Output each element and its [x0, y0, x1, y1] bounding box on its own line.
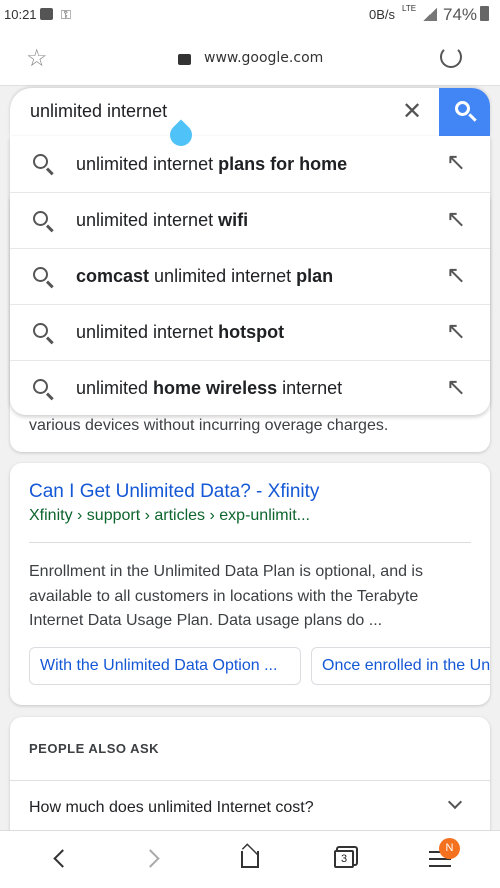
suggestion-part: unlimited internet	[76, 210, 219, 230]
search-input[interactable]: unlimited internet	[30, 101, 167, 122]
search-icon	[33, 154, 48, 169]
suggestion-part: unlimited internet	[149, 266, 297, 286]
suggestion-item[interactable]: unlimited internet wifi ↖	[10, 192, 490, 248]
suggestion-part: unlimited	[76, 378, 154, 398]
notification-badge: N	[439, 838, 460, 859]
address-bar: ☆ www.google.com	[0, 30, 500, 86]
suggestion-part: plan	[296, 266, 334, 286]
forward-icon[interactable]	[141, 849, 160, 868]
suggestion-item[interactable]: comcast unlimited internet plan ↖	[10, 248, 490, 304]
search-icon	[33, 379, 48, 394]
fill-query-arrow-icon[interactable]: ↖	[446, 373, 466, 402]
reload-icon[interactable]	[440, 46, 462, 68]
suggestion-text: unlimited internet hotspot	[76, 322, 284, 343]
clear-icon[interactable]: ✕	[402, 97, 422, 126]
bottom-toolbar: 3 N	[0, 830, 500, 888]
search-box: unlimited internet ✕	[10, 88, 490, 136]
lock-icon	[178, 54, 191, 65]
signal-icon	[423, 8, 437, 21]
search-icon	[33, 267, 48, 282]
snippet-line: Enrollment in the Unlimited Data Plan is…	[29, 563, 423, 580]
divider	[29, 542, 471, 543]
snippet-text: various devices without incurring overag…	[29, 417, 389, 434]
search-icon-handle	[46, 392, 54, 400]
image-notification-icon	[40, 8, 53, 20]
tabs-button[interactable]: 3	[334, 850, 354, 868]
network-type: LTE	[402, 4, 417, 13]
url-text[interactable]: www.google.com	[204, 50, 323, 66]
suggestion-part: unlimited internet	[76, 322, 219, 342]
suggestion-text: comcast unlimited internet plan	[76, 266, 333, 287]
question-item[interactable]: How much does unlimited Internet cost?	[10, 781, 490, 831]
result-title-link[interactable]: Can I Get Unlimited Data? - Xfinity	[29, 481, 319, 503]
suggestion-text: unlimited internet plans for home	[76, 154, 347, 175]
fill-query-arrow-icon[interactable]: ↖	[446, 205, 466, 234]
suggestion-part: hotspot	[218, 322, 285, 342]
time: 10:21	[4, 7, 37, 22]
suggestion-part: plans for home	[218, 153, 348, 174]
result-snippet: Enrollment in the Unlimited Data Plan is…	[29, 560, 423, 634]
suggestion-part: comcast	[76, 266, 150, 286]
search-icon	[455, 101, 470, 116]
result-breadcrumb[interactable]: Xfinity › support › articles › exp-unlim…	[29, 507, 310, 525]
suggestion-part: home wireless	[153, 378, 278, 398]
search-icon	[33, 211, 48, 226]
search-button[interactable]	[439, 88, 490, 136]
tab-count: 3	[340, 853, 348, 865]
snippet-line: available to all customers in locations …	[29, 587, 419, 605]
battery-icon	[480, 6, 489, 21]
chevron-down-icon	[447, 794, 463, 810]
suggestion-item[interactable]: unlimited internet plans for home ↖	[10, 136, 490, 192]
suggestion-part: unlimited internet	[76, 153, 219, 174]
suggestion-part: wifi	[218, 210, 249, 230]
battery-percent: 74%	[443, 5, 478, 24]
menu-button[interactable]: N	[429, 838, 460, 871]
fill-query-arrow-icon[interactable]: ↖	[446, 261, 466, 290]
suggestion-text: unlimited internet wifi	[76, 210, 248, 231]
search-icon-handle	[46, 224, 54, 232]
suggestion-text: unlimited home wireless internet	[76, 378, 342, 399]
search-icon-handle	[468, 113, 477, 122]
suggestion-part: internet	[277, 378, 343, 398]
suggestions-dropdown: unlimited internet plans for home ↖ unlimi…	[10, 136, 490, 415]
question-text: How much does unlimited Internet cost?	[29, 799, 314, 816]
sitelink-chip[interactable]: Once enrolled in the Unlimited	[311, 647, 490, 685]
net-speed: 0B/s	[369, 7, 396, 22]
key-icon: ⚿	[61, 7, 71, 22]
section-heading: PEOPLE ALSO ASK	[29, 741, 160, 756]
fill-query-arrow-icon[interactable]: ↖	[446, 148, 466, 177]
snippet-line: Internet Data Usage Plan. Data usage pla…	[29, 612, 383, 629]
back-icon[interactable]	[53, 849, 72, 868]
bookmark-star-icon[interactable]: ☆	[26, 44, 48, 73]
sitelink-chip[interactable]: With the Unlimited Data Option ...	[29, 647, 301, 685]
search-icon	[33, 323, 48, 338]
search-icon-handle	[46, 280, 54, 288]
fill-query-arrow-icon[interactable]: ↖	[446, 317, 466, 346]
suggestion-item[interactable]: unlimited home wireless internet ↖	[10, 360, 490, 416]
search-icon-handle	[46, 167, 54, 175]
search-icon-handle	[46, 336, 54, 344]
suggestion-item[interactable]: unlimited internet hotspot ↖	[10, 304, 490, 360]
status-bar: 10:21 ⚿ 0B/s LTE 74%	[0, 0, 500, 30]
